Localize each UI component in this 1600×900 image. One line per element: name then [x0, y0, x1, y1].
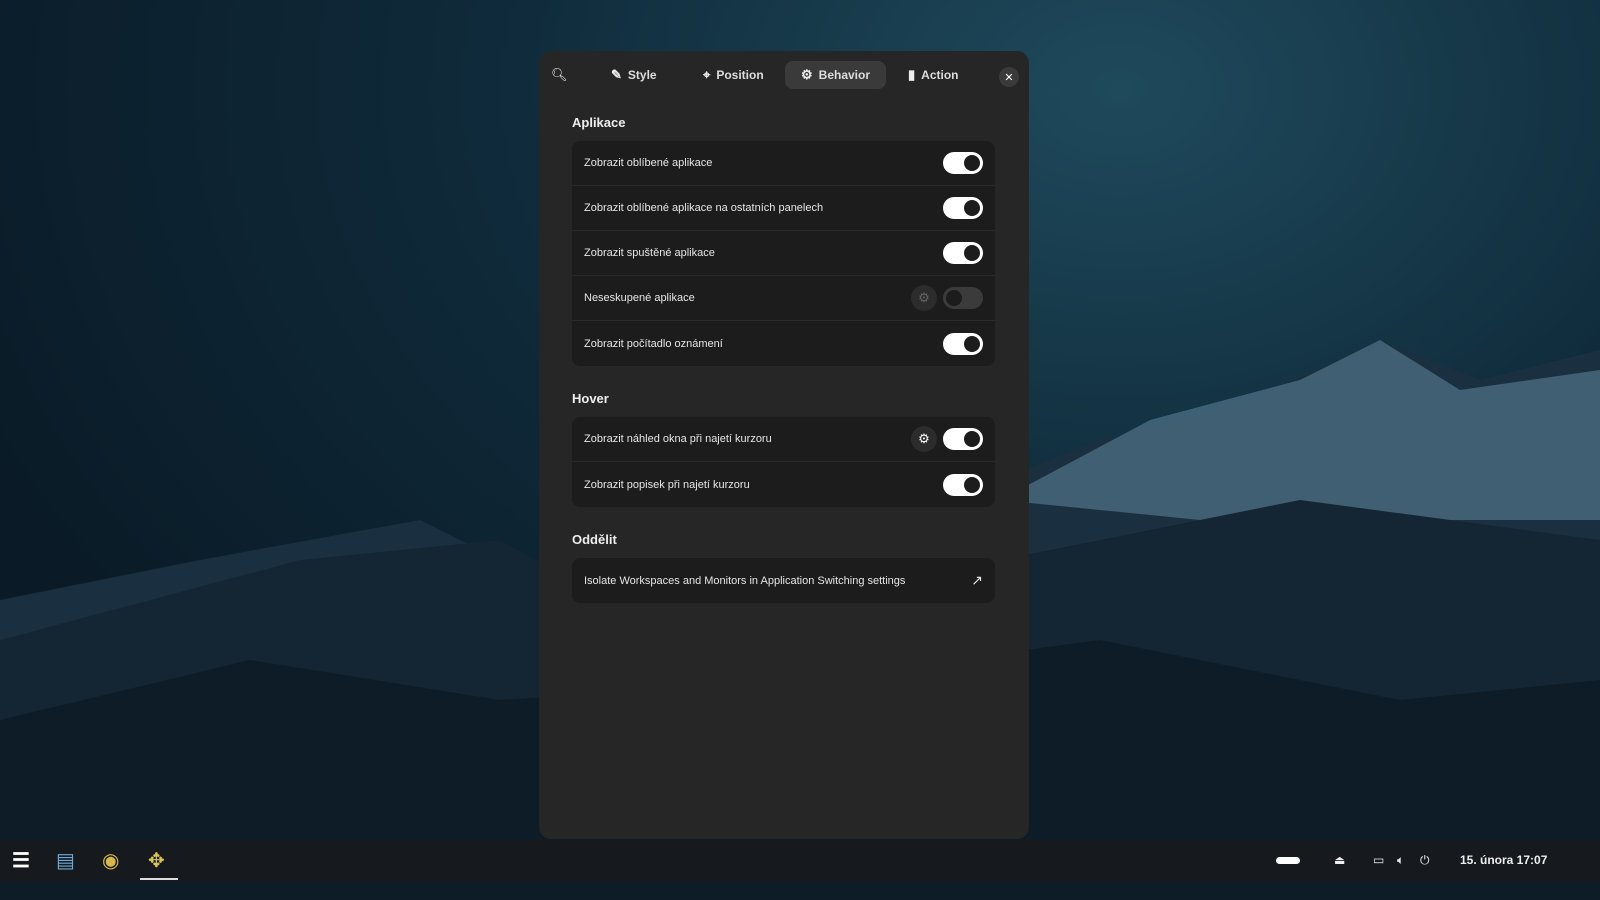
list-item: Zobrazit počítadlo oznámení [572, 321, 995, 366]
tab-position[interactable]: ⌖ Position [687, 61, 780, 89]
mouse-icon: ▮ [908, 67, 916, 82]
gear-icon: ⚙ [801, 67, 813, 82]
eject-icon[interactable]: ⏏ [1334, 853, 1345, 867]
isolate-card: Isolate Workspaces and Monitors in Appli… [572, 558, 995, 603]
search-icon[interactable]: 🔍︎ [551, 67, 568, 83]
settings-panel: 🔍︎ ✎ Style ⌖ Position ⚙ Behavior ▮ Action ✕ … [539, 51, 1029, 839]
settings-gear-icon[interactable]: ⚙ [911, 285, 937, 311]
toggle-switch[interactable] [943, 242, 983, 264]
extensions-icon[interactable]: ✥ [148, 848, 165, 873]
brush-icon: ✎ [611, 67, 622, 82]
active-indicator [140, 878, 178, 880]
section-title-apps: Aplikace [572, 115, 626, 130]
toggle-switch[interactable] [943, 473, 983, 496]
power-icon[interactable]: ⏻ [1420, 853, 1430, 868]
firefox-icon[interactable]: ◉ [102, 848, 119, 873]
list-item: Zobrazit oblíbené aplikace na ostatních … [572, 186, 995, 231]
toggle-switch[interactable] [943, 332, 983, 355]
toggle-switch[interactable] [943, 152, 983, 174]
section-title-isolate: Oddělit [572, 532, 617, 547]
tab-action[interactable]: ▮ Action [892, 61, 975, 89]
settings-gear-icon[interactable]: ⚙ [911, 426, 937, 452]
toggle-switch[interactable] [943, 428, 983, 450]
tab-style[interactable]: ✎ Style [595, 61, 673, 89]
tab-bar: 🔍︎ ✎ Style ⌖ Position ⚙ Behavior ▮ Action ✕ [539, 57, 1029, 93]
list-item: Zobrazit náhled okna při najetí kurzoru ⚙ [572, 417, 995, 462]
list-item: Zobrazit spuštěné aplikace [572, 231, 995, 276]
volume-icon[interactable]: 🔈︎ [1397, 853, 1404, 868]
network-icon[interactable]: ▭ [1373, 853, 1384, 867]
apps-card: Zobrazit oblíbené aplikace Zobrazit oblí… [572, 141, 995, 366]
toggle-switch[interactable] [943, 287, 983, 309]
tab-behavior[interactable]: ⚙ Behavior [785, 61, 887, 89]
list-item: Zobrazit oblíbené aplikace [572, 141, 995, 186]
hover-card: Zobrazit náhled okna při najetí kurzoru ⚙… [572, 417, 995, 507]
toggle-switch[interactable] [943, 197, 983, 219]
list-item: Zobrazit popisek při najetí kurzoru [572, 462, 995, 507]
external-link-icon: ↗ [971, 572, 983, 588]
zorin-menu-icon[interactable]: ☰ [12, 848, 30, 873]
close-button[interactable]: ✕ [999, 67, 1019, 87]
workspace-indicator[interactable] [1276, 857, 1300, 864]
list-item: Neseskupené aplikace ⚙ [572, 276, 995, 321]
taskbar: ☰ ▤ ◉ ✥ ⏏ ▭ 🔈︎ ⏻ 15. února 17:07 [0, 840, 1600, 882]
crosshair-icon: ⌖ [703, 67, 711, 82]
clock[interactable]: 15. února 17:07 [1460, 853, 1547, 867]
isolate-link-row[interactable]: Isolate Workspaces and Monitors in Appli… [572, 558, 995, 603]
section-title-hover: Hover [572, 391, 609, 406]
files-icon[interactable]: ▤ [56, 848, 75, 873]
